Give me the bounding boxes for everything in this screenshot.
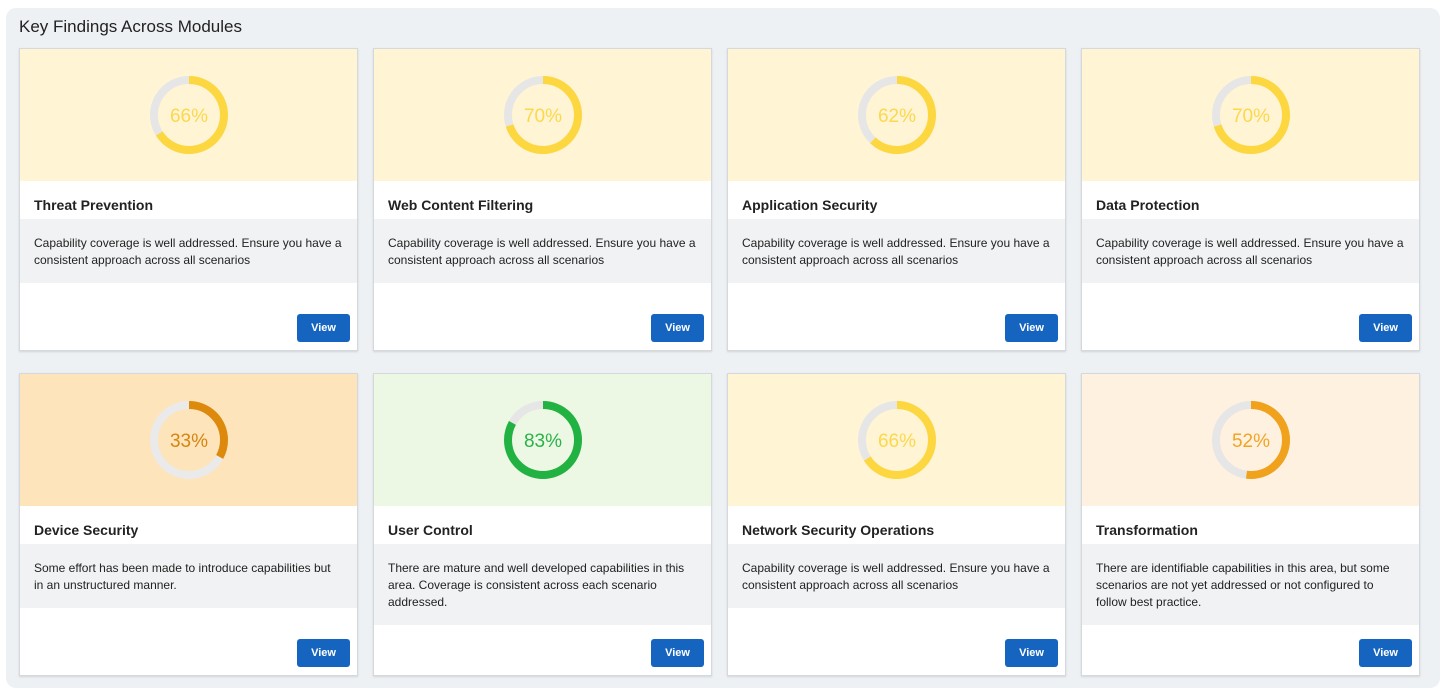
card-description: Capability coverage is well addressed. E… bbox=[1082, 219, 1419, 283]
card-description: Capability coverage is well addressed. E… bbox=[20, 219, 357, 283]
card-title: Web Content Filtering bbox=[388, 197, 534, 213]
view-button[interactable]: View bbox=[1005, 314, 1058, 342]
gauge-percent-label: 33% bbox=[169, 431, 207, 452]
view-button[interactable]: View bbox=[1005, 639, 1058, 667]
gauge-percent-label: 52% bbox=[1231, 431, 1269, 452]
gauge-area: 70% bbox=[374, 49, 711, 181]
card-description: There are identifiable capabilities in t… bbox=[1082, 544, 1419, 625]
module-card-user-control: 83% User Control There are mature and we… bbox=[373, 373, 712, 676]
gauge-percent-label: 83% bbox=[523, 431, 561, 452]
coverage-gauge: 66% bbox=[149, 76, 228, 154]
gauge-area: 70% bbox=[1082, 49, 1419, 181]
card-description: There are mature and well developed capa… bbox=[374, 544, 711, 625]
card-title: Data Protection bbox=[1096, 197, 1200, 213]
card-title: User Control bbox=[388, 522, 473, 538]
view-button[interactable]: View bbox=[1359, 314, 1412, 342]
gauge-area: 66% bbox=[20, 49, 357, 181]
gauge-area: 83% bbox=[374, 374, 711, 506]
coverage-gauge: 83% bbox=[503, 401, 582, 479]
view-button[interactable]: View bbox=[297, 314, 350, 342]
card-title: Network Security Operations bbox=[742, 522, 935, 538]
module-card-device-security: 33% Device Security Some effort has been… bbox=[19, 373, 358, 676]
coverage-gauge: 62% bbox=[857, 76, 936, 154]
module-card-data-protection: 70% Data Protection Capability coverage … bbox=[1081, 48, 1420, 351]
coverage-gauge: 52% bbox=[1211, 401, 1290, 479]
gauge-percent-label: 66% bbox=[877, 431, 915, 452]
gauge-percent-label: 66% bbox=[169, 106, 207, 127]
card-description: Capability coverage is well addressed. E… bbox=[728, 544, 1065, 608]
key-findings-panel: Key Findings Across Modules 66% Threat P… bbox=[6, 8, 1440, 688]
view-button[interactable]: View bbox=[1359, 639, 1412, 667]
card-title: Threat Prevention bbox=[34, 197, 154, 213]
card-title: Application Security bbox=[742, 197, 878, 213]
coverage-gauge: 66% bbox=[857, 401, 936, 479]
module-card-network-security-operations: 66% Network Security Operations Capabili… bbox=[727, 373, 1066, 676]
coverage-gauge: 70% bbox=[1211, 76, 1290, 154]
card-description: Capability coverage is well addressed. E… bbox=[728, 219, 1065, 283]
module-card-application-security: 62% Application Security Capability cove… bbox=[727, 48, 1066, 351]
module-card-web-content-filtering: 70% Web Content Filtering Capability cov… bbox=[373, 48, 712, 351]
gauge-area: 33% bbox=[20, 374, 357, 506]
gauge-percent-label: 70% bbox=[523, 106, 561, 127]
view-button[interactable]: View bbox=[297, 639, 350, 667]
view-button[interactable]: View bbox=[651, 639, 704, 667]
coverage-gauge: 70% bbox=[503, 76, 582, 154]
module-card-transformation: 52% Transformation There are identifiabl… bbox=[1081, 373, 1420, 676]
card-title: Device Security bbox=[34, 522, 139, 538]
gauge-percent-label: 62% bbox=[877, 106, 915, 127]
card-title: Transformation bbox=[1096, 522, 1198, 538]
panel-title: Key Findings Across Modules bbox=[19, 17, 242, 36]
gauge-area: 52% bbox=[1082, 374, 1419, 506]
view-button[interactable]: View bbox=[651, 314, 704, 342]
card-description: Capability coverage is well addressed. E… bbox=[374, 219, 711, 283]
gauge-area: 62% bbox=[728, 49, 1065, 181]
gauge-area: 66% bbox=[728, 374, 1065, 506]
module-card-threat-prevention: 66% Threat Prevention Capability coverag… bbox=[19, 48, 358, 351]
card-description: Some effort has been made to introduce c… bbox=[20, 544, 357, 608]
gauge-percent-label: 70% bbox=[1231, 106, 1269, 127]
module-card-grid: 66% Threat Prevention Capability coverag… bbox=[19, 48, 1420, 676]
coverage-gauge: 33% bbox=[149, 401, 228, 479]
